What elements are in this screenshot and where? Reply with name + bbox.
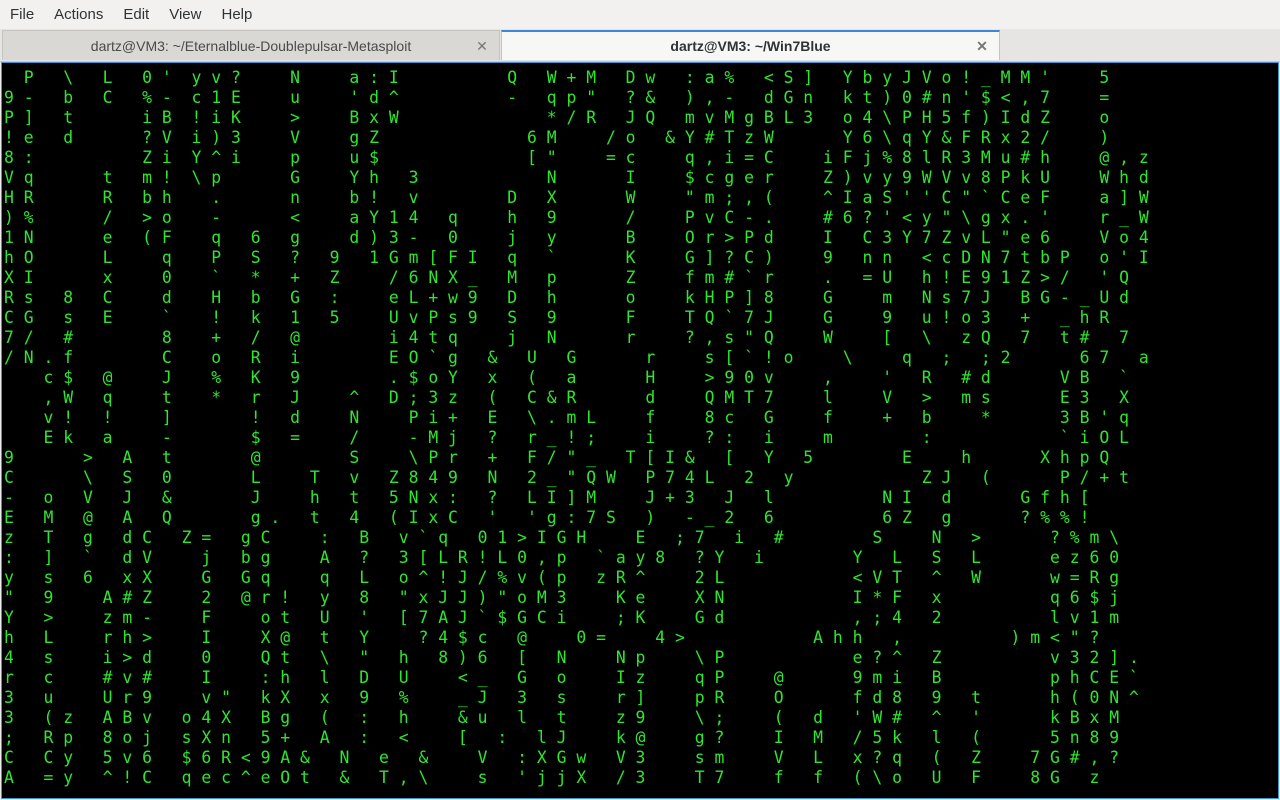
menu-help[interactable]: Help: [211, 0, 262, 29]
matrix-rain-output: P \ L 0 ' y v ? N a : I Q W + M D w : a …: [4, 68, 1149, 787]
menu-actions[interactable]: Actions: [44, 0, 113, 29]
terminal-pane[interactable]: P \ L 0 ' y v ? N a : I Q W + M D w : a …: [1, 62, 1279, 799]
tab-eternalblue[interactable]: dartz@VM3: ~/Eternalblue-Doublepulsar-Me…: [2, 30, 500, 60]
menu-view[interactable]: View: [159, 0, 211, 29]
close-icon[interactable]: ✕: [475, 39, 489, 53]
menu-bar: File Actions Edit View Help: [0, 0, 1280, 29]
menu-file[interactable]: File: [0, 0, 44, 29]
tab-win7blue[interactable]: dartz@VM3: ~/Win7Blue ✕: [501, 30, 1000, 60]
tab-title: dartz@VM3: ~/Win7Blue: [670, 38, 831, 54]
menu-edit[interactable]: Edit: [113, 0, 159, 29]
tab-title: dartz@VM3: ~/Eternalblue-Doublepulsar-Me…: [90, 37, 412, 54]
tab-bar: dartz@VM3: ~/Eternalblue-Doublepulsar-Me…: [0, 29, 1280, 62]
close-icon[interactable]: ✕: [975, 39, 989, 53]
